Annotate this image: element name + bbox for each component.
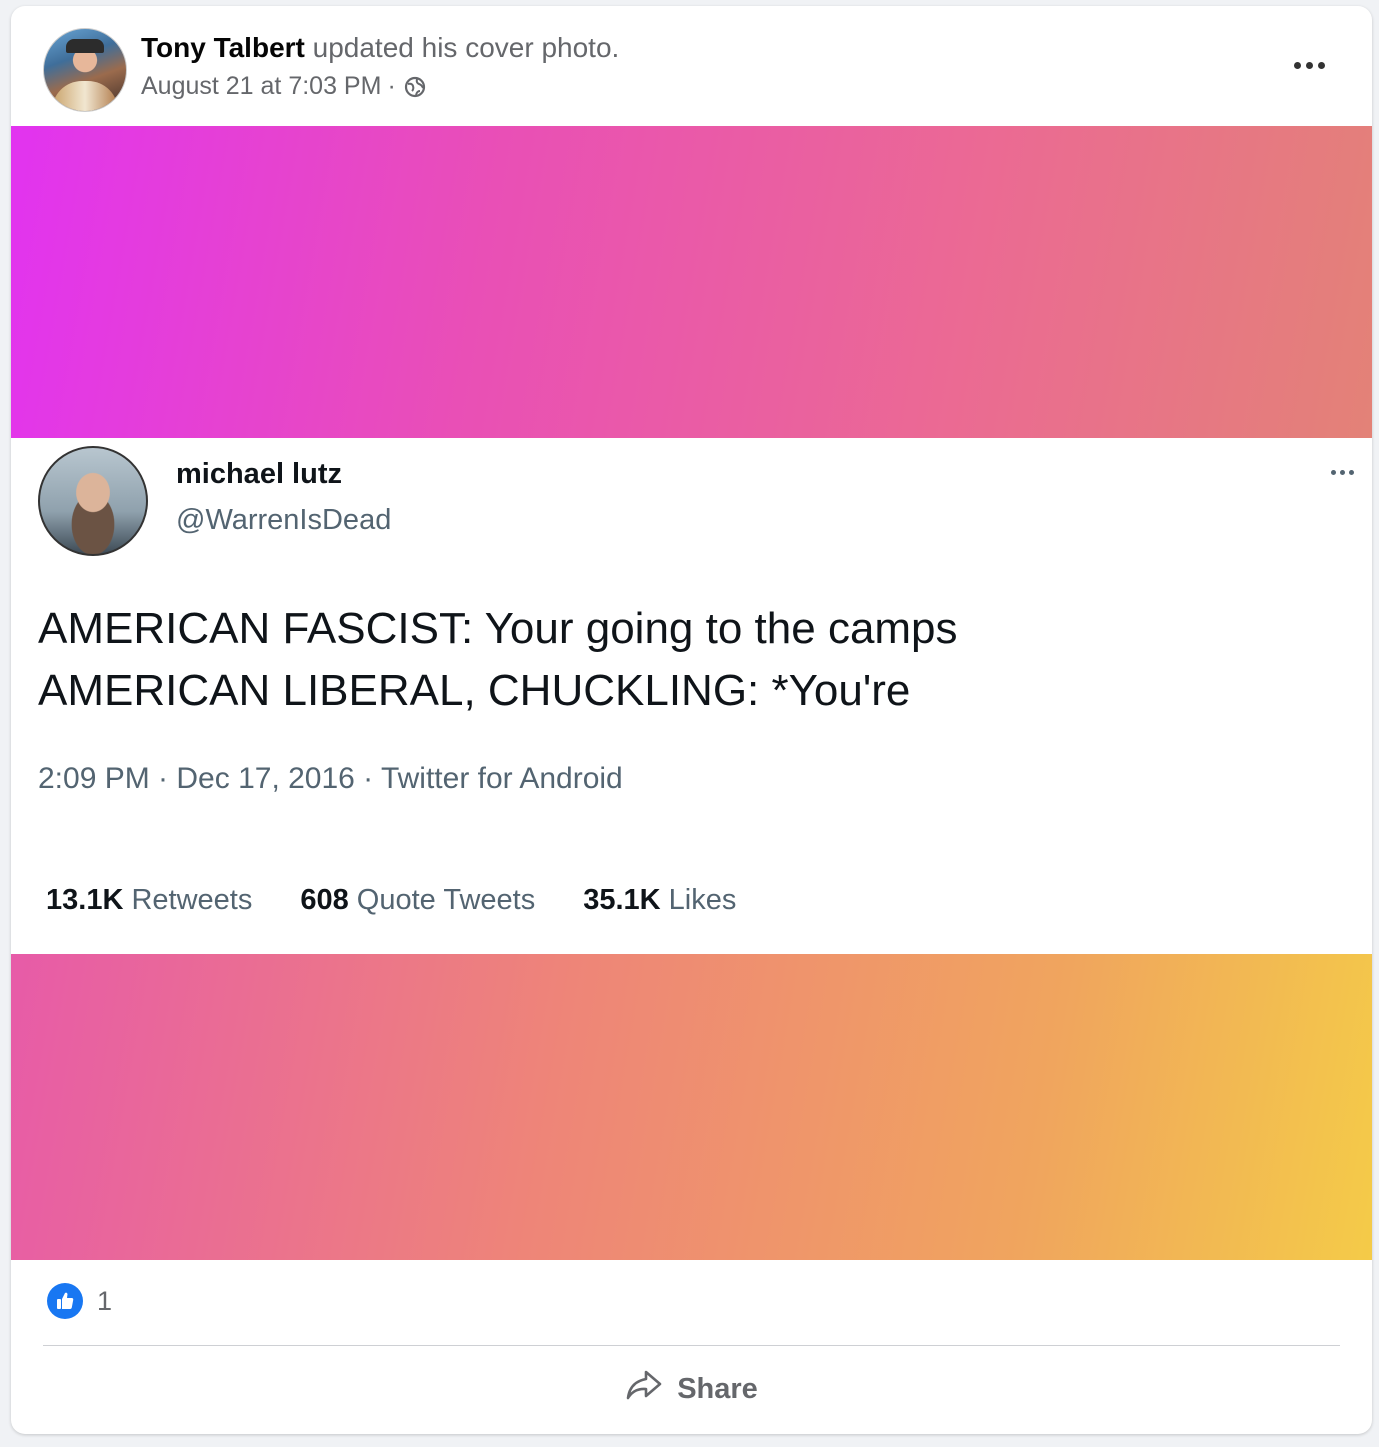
tweet-meta: 2:09 PM · Dec 17, 2016 · Twitter for And… [38, 762, 623, 795]
author-avatar[interactable] [43, 28, 127, 112]
action-divider [43, 1345, 1340, 1346]
retweets-stat: 13.1K Retweets [46, 884, 253, 916]
tweet-text: AMERICAN FASCIST: Your going to the camp… [38, 598, 1338, 722]
globe-icon[interactable] [404, 76, 426, 98]
tweet-line: AMERICAN LIBERAL, CHUCKLING: *You're [38, 666, 911, 715]
meta-separator: · [387, 72, 396, 100]
post-meta: August 21 at 7:03 PM · [141, 72, 426, 101]
share-label: Share [677, 1372, 758, 1405]
tweet-author-avatar [38, 446, 148, 556]
reaction-summary[interactable]: 1 [47, 1283, 112, 1319]
tweet-line: AMERICAN FASCIST: Your going to the camp… [38, 604, 958, 653]
tweet-more-icon [1331, 470, 1354, 475]
avatar-cap [66, 39, 104, 53]
tweet-stats: 13.1K Retweets 608 Quote Tweets 35.1K Li… [46, 884, 736, 917]
share-arrow-icon [625, 1368, 663, 1410]
post-timestamp-link[interactable]: August 21 at 7:03 PM [141, 72, 381, 101]
more-options-button[interactable] [1286, 50, 1332, 80]
post-header: Tony Talbert updated his cover photo. [141, 32, 619, 64]
avatar-shirt [52, 81, 118, 111]
tweet-screenshot: michael lutz @WarrenIsDead AMERICAN FASC… [11, 438, 1372, 954]
gradient-band-bottom [11, 954, 1372, 1260]
reaction-count: 1 [97, 1285, 113, 1316]
author-name-link[interactable]: Tony Talbert [141, 32, 305, 63]
more-horizontal-icon [1293, 61, 1301, 69]
quote-tweets-stat: 608 Quote Tweets [300, 884, 536, 916]
like-icon [47, 1283, 83, 1319]
gradient-band-top [11, 126, 1372, 438]
post-action-text: updated his cover photo. [312, 32, 620, 63]
tweet-author-name: michael lutz [176, 458, 342, 490]
tweet-author-handle: @WarrenIsDead [176, 504, 392, 536]
likes-stat: 35.1K Likes [583, 884, 737, 916]
share-button[interactable]: Share [11, 1358, 1372, 1420]
cover-photo[interactable]: michael lutz @WarrenIsDead AMERICAN FASC… [11, 126, 1372, 1260]
post-card: Tony Talbert updated his cover photo. Au… [11, 6, 1372, 1434]
